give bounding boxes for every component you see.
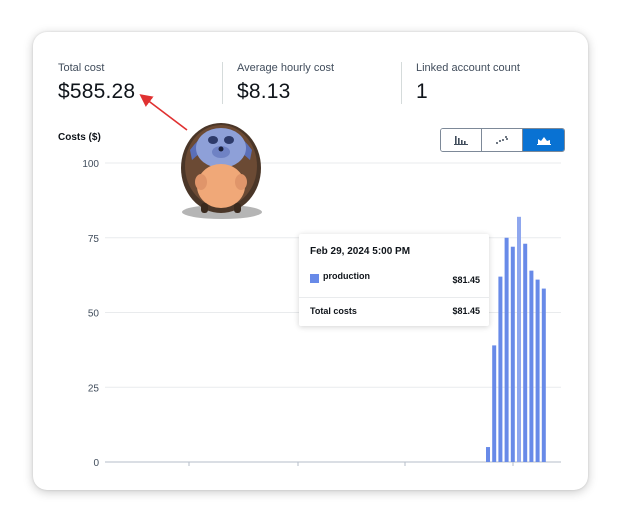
tooltip-total-label: Total costs [310, 306, 357, 316]
bar[interactable] [510, 246, 515, 462]
chart-tooltip: Feb 29, 2024 5:00 PM production $81.45 T… [299, 234, 489, 326]
y-tick-label: 0 [93, 458, 99, 469]
tooltip-series-label: production [323, 271, 370, 281]
bar[interactable] [504, 237, 509, 462]
tooltip-header: Feb 29, 2024 5:00 PM [310, 246, 411, 257]
y-tick-label: 100 [82, 159, 99, 170]
bar[interactable] [492, 345, 497, 462]
y-tick-label: 75 [88, 234, 100, 245]
cost-summary-card: Total cost $585.28 Average hourly cost $… [33, 32, 588, 490]
bar[interactable] [486, 447, 490, 462]
bar[interactable] [523, 243, 528, 462]
bar[interactable] [535, 279, 540, 462]
bar[interactable] [529, 270, 534, 462]
series-swatch [310, 274, 319, 283]
tooltip-total-value: $81.45 [452, 306, 480, 316]
tooltip-divider [299, 297, 489, 298]
bar[interactable] [541, 288, 546, 462]
y-tick-label: 25 [88, 383, 100, 394]
y-tick-label: 50 [88, 309, 100, 320]
bar[interactable] [517, 216, 521, 462]
bar[interactable] [498, 276, 503, 462]
tooltip-series-value: $81.45 [452, 275, 480, 285]
